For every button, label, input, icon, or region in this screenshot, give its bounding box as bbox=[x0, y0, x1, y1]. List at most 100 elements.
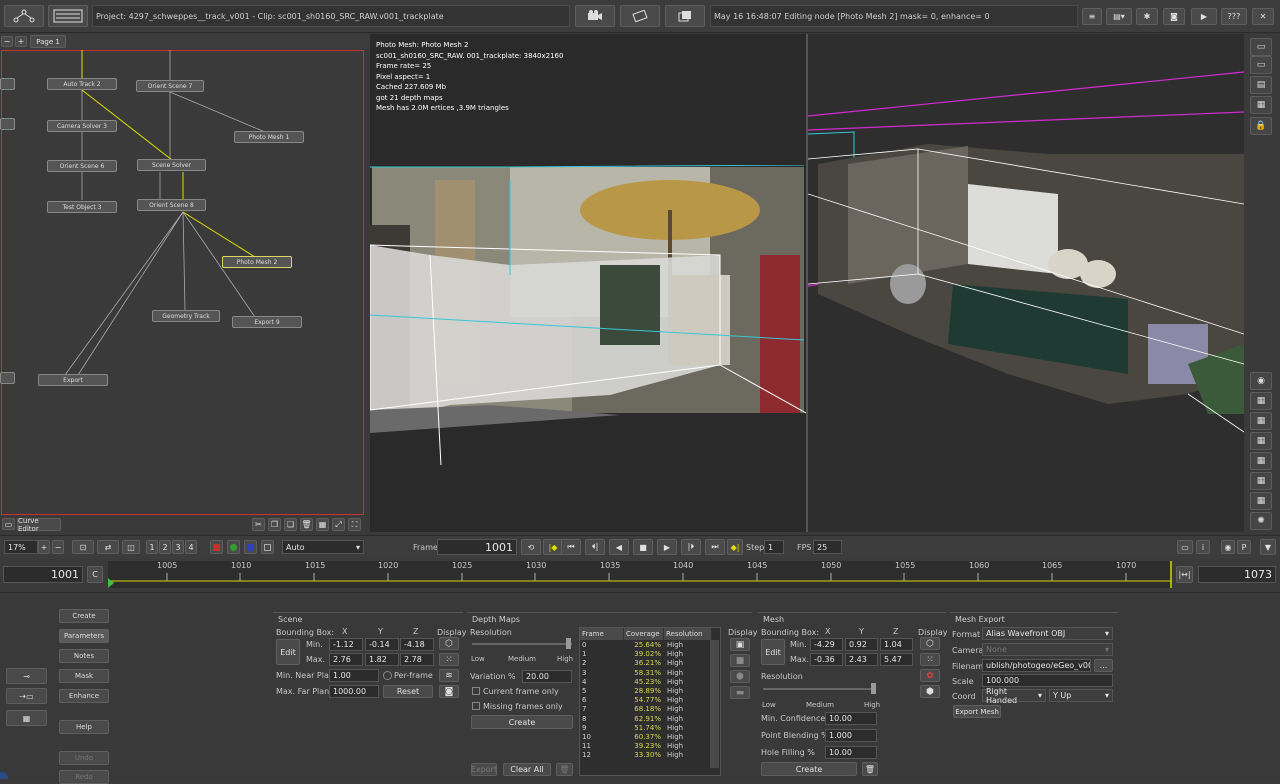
fit-icon[interactable]: ⤢ bbox=[332, 518, 345, 531]
curve-editor-button[interactable]: Curve Editor bbox=[17, 517, 61, 533]
node-graph-icon[interactable] bbox=[4, 5, 44, 27]
format-select[interactable]: Alias Wavefront OBJ ▾ bbox=[982, 627, 1113, 640]
help-tab-button[interactable]: Help bbox=[59, 720, 109, 734]
camera-display-icon[interactable]: ◙ bbox=[439, 685, 459, 698]
table-row[interactable]: 10 60.37% High bbox=[580, 733, 720, 742]
channel-blue-icon[interactable] bbox=[244, 540, 257, 554]
collapse-icon[interactable]: − bbox=[1, 36, 13, 47]
record-icon[interactable]: ◉ bbox=[1221, 540, 1235, 554]
node-photo-mesh-1[interactable]: Photo Mesh 1 bbox=[234, 131, 304, 143]
mesh-min-x[interactable]: -4.29 bbox=[810, 638, 843, 651]
scene-max-z[interactable]: 2.78 bbox=[400, 653, 434, 666]
depth-grey-icon[interactable]: ■ bbox=[730, 654, 750, 667]
grid-plane-icon[interactable]: ▦ bbox=[1250, 492, 1272, 510]
table-row[interactable]: 11 39.23% High bbox=[580, 742, 720, 751]
fast-forward-icon[interactable]: ⏭ bbox=[705, 539, 725, 555]
compare-icon[interactable]: ◫ bbox=[122, 540, 140, 554]
node-scene-solver[interactable]: Scene Solver bbox=[137, 159, 206, 171]
stop-icon[interactable]: ■ bbox=[633, 539, 653, 555]
depth-export-button[interactable]: Export bbox=[471, 763, 497, 776]
browse-button[interactable]: ... bbox=[1094, 659, 1113, 672]
node-mode-icon[interactable]: ⊸ bbox=[6, 668, 47, 684]
export-mode-icon[interactable]: ⇢▭ bbox=[6, 688, 47, 704]
eye-icon[interactable]: ◉ bbox=[1250, 372, 1272, 390]
table-icon[interactable]: ▤▾ bbox=[1106, 8, 1132, 25]
loop-icon[interactable]: ⟲ bbox=[521, 539, 541, 555]
missing-frames-checkbox[interactable] bbox=[472, 702, 480, 710]
zoom-in-icon[interactable]: + bbox=[38, 540, 50, 554]
mesh-solid-display-icon[interactable]: ⬢ bbox=[920, 685, 940, 698]
scene-edit-button[interactable]: Edit bbox=[276, 639, 300, 665]
layout-1-button[interactable]: 1 bbox=[146, 540, 158, 554]
node-photo-mesh-2[interactable]: Photo Mesh 2 bbox=[222, 256, 292, 268]
blending-field[interactable]: 1.000 bbox=[825, 729, 877, 742]
timeline-c-button[interactable]: C bbox=[87, 566, 103, 583]
layout-wide-icon[interactable]: ▭ bbox=[1250, 56, 1272, 74]
tab-enhance[interactable]: Enhance bbox=[59, 689, 109, 703]
tab-notes[interactable]: Notes bbox=[59, 649, 109, 663]
mesh-resolution-slider[interactable] bbox=[763, 688, 876, 690]
cube-display-icon[interactable]: ⬡ bbox=[439, 637, 459, 650]
settings-gear-icon[interactable]: ✱ bbox=[1136, 8, 1158, 25]
depth-table-scrollbar[interactable] bbox=[710, 640, 719, 768]
table-row[interactable]: 2 36.21% High bbox=[580, 659, 720, 668]
play-reverse-icon[interactable]: ◀ bbox=[609, 539, 629, 555]
range-fit-icon[interactable]: |↔| bbox=[1176, 566, 1193, 583]
scene-min-z[interactable]: -4.18 bbox=[400, 638, 434, 651]
step-field[interactable]: 1 bbox=[764, 540, 784, 554]
table-row[interactable]: 4 45.23% High bbox=[580, 678, 720, 687]
grid-view-icon[interactable]: ▦ bbox=[1250, 392, 1272, 410]
node-geometry-track[interactable]: Geometry Track bbox=[152, 310, 220, 322]
mesh-color-display-icon[interactable]: ✿ bbox=[920, 669, 940, 682]
lock-icon[interactable]: 🔒 bbox=[1250, 117, 1272, 135]
layout-3-button[interactable]: 3 bbox=[172, 540, 184, 554]
channel-green-icon[interactable] bbox=[227, 540, 240, 554]
undo-button[interactable]: Undo bbox=[59, 751, 109, 765]
help-button[interactable]: ??? bbox=[1221, 8, 1247, 25]
timeline-start-field[interactable]: 1001 bbox=[3, 566, 83, 583]
fit-frame-icon[interactable]: ⊡ bbox=[72, 540, 94, 554]
layout-single-icon[interactable]: ▭ bbox=[1250, 38, 1272, 56]
grid-coarse-icon[interactable]: ▦ bbox=[1250, 452, 1272, 470]
grid-snap-icon[interactable]: ▦ bbox=[316, 518, 329, 531]
tab-create[interactable]: Create bbox=[59, 609, 109, 623]
clear-all-button[interactable]: Clear All bbox=[503, 763, 551, 776]
sun-icon[interactable]: ✺ bbox=[1250, 512, 1272, 530]
mesh-max-z[interactable]: 5.47 bbox=[880, 653, 913, 666]
up-axis-select[interactable]: Y Up ▾ bbox=[1049, 689, 1113, 702]
maximize-icon[interactable]: ⛶ bbox=[348, 518, 361, 531]
mesh-max-y[interactable]: 2.43 bbox=[845, 653, 878, 666]
quit-icon[interactable]: ✕ bbox=[1252, 8, 1274, 25]
node-camera-solver[interactable]: Camera Solver 3 bbox=[47, 120, 117, 132]
node-orient-scene-8[interactable]: Orient Scene 8 bbox=[137, 199, 206, 211]
grid-dense-icon[interactable]: ▦ bbox=[1250, 472, 1272, 490]
play-icon[interactable]: ▶ bbox=[657, 539, 677, 555]
delete-icon[interactable]: 🗑 bbox=[300, 518, 313, 531]
depth-table[interactable]: Frame Coverage Resolution 0 25.64% High 1 3… bbox=[579, 627, 721, 776]
layout-4-button[interactable]: 4 bbox=[185, 540, 197, 554]
table-row[interactable]: 1 39.02% High bbox=[580, 650, 720, 659]
node-orient-scene-6[interactable]: Orient Scene 6 bbox=[47, 160, 117, 172]
node-offscreen-2[interactable] bbox=[0, 118, 15, 130]
zoom-field[interactable]: 17% bbox=[4, 540, 38, 554]
clip-list-icon[interactable] bbox=[48, 5, 88, 27]
depth-trash-icon[interactable]: 🗑 bbox=[556, 763, 573, 776]
planes-display-icon[interactable]: ≋ bbox=[439, 669, 459, 682]
info-icon[interactable]: i bbox=[1196, 540, 1210, 554]
grid-fine-icon[interactable]: ▦ bbox=[1250, 412, 1272, 430]
mesh-min-y[interactable]: 0.92 bbox=[845, 638, 878, 651]
display-mode-select[interactable]: Auto ▾ bbox=[282, 540, 364, 554]
tab-parameters[interactable]: Parameters bbox=[59, 629, 109, 643]
zoom-out-icon[interactable]: − bbox=[52, 540, 64, 554]
camera-icon[interactable] bbox=[575, 5, 615, 27]
depth-cube-icon[interactable]: ⬢ bbox=[730, 670, 750, 683]
far-plane-field[interactable]: 1000.00 bbox=[329, 685, 379, 698]
depth-create-button[interactable]: Create bbox=[471, 715, 573, 729]
timeline-end-field[interactable]: 1073 bbox=[1198, 566, 1276, 583]
coord-select[interactable]: Right Handed ▾ bbox=[982, 687, 1046, 705]
cut-icon[interactable]: ✂ bbox=[252, 518, 265, 531]
page-tab[interactable]: Page 1 bbox=[30, 35, 66, 48]
table-row[interactable]: 5 28.89% High bbox=[580, 687, 720, 696]
col-coverage-header[interactable]: Coverage bbox=[624, 628, 664, 640]
tab-mask[interactable]: Mask bbox=[59, 669, 109, 683]
